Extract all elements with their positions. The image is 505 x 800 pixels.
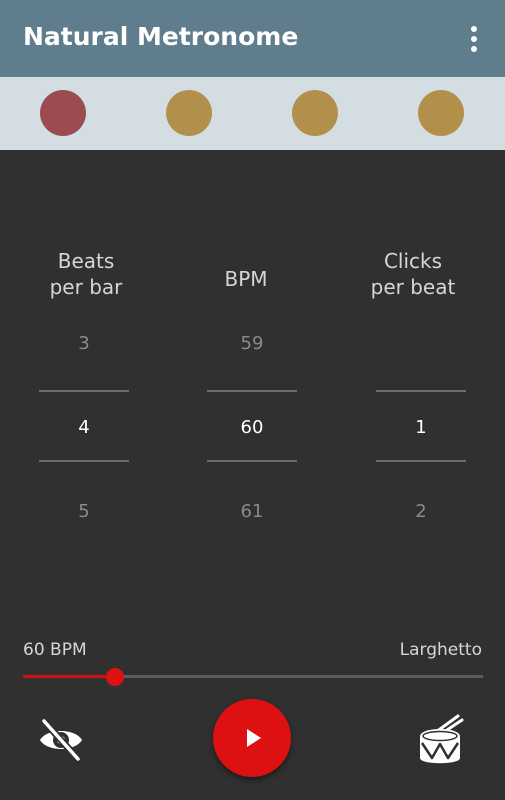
beats-per-bar-header-line2: per bar: [49, 275, 123, 299]
app-bar: Natural Metronome: [0, 0, 505, 77]
bpm-prev[interactable]: 59: [207, 332, 297, 356]
menu-dot: [471, 36, 477, 42]
beats-per-bar-header-line1: Beats: [57, 249, 115, 273]
menu-dot: [471, 26, 477, 32]
drum-icon[interactable]: [414, 712, 470, 768]
bpm-next[interactable]: 61: [207, 500, 297, 524]
beat-indicator-2[interactable]: [166, 90, 212, 136]
bpm-value[interactable]: 60: [207, 416, 297, 440]
clicks-per-beat-value[interactable]: 1: [376, 416, 466, 440]
beats-per-bar-divider-bottom: [39, 460, 129, 462]
beats-per-bar-divider-top: [39, 390, 129, 392]
tempo-slider[interactable]: [23, 667, 483, 687]
menu-dot: [471, 46, 477, 52]
beats-per-bar-next[interactable]: 5: [39, 500, 129, 524]
eye-off-icon[interactable]: [37, 718, 85, 762]
clicks-per-beat-header: Clicks per beat: [338, 248, 488, 300]
clicks-per-beat-divider-bottom: [376, 460, 466, 462]
beat-indicator-1[interactable]: [40, 90, 86, 136]
tempo-name-label: Larghetto: [399, 640, 482, 660]
bpm-divider-top: [207, 390, 297, 392]
play-button[interactable]: [213, 699, 291, 777]
beats-per-bar-prev[interactable]: 3: [39, 332, 129, 356]
clicks-per-beat-next[interactable]: 2: [376, 500, 466, 524]
beat-indicator-strip: [0, 77, 505, 150]
beats-per-bar-value[interactable]: 4: [39, 416, 129, 440]
bpm-divider-bottom: [207, 460, 297, 462]
clicks-per-beat-header-line2: per beat: [370, 275, 456, 299]
tempo-slider-fill: [23, 675, 115, 678]
clicks-per-beat-divider-top: [376, 390, 466, 392]
clicks-per-beat-header-line1: Clicks: [383, 249, 443, 273]
metronome-app: Natural Metronome Beats per bar 3 4 5 BP…: [0, 0, 505, 800]
bpm-header: BPM: [224, 267, 268, 291]
beat-indicator-3[interactable]: [292, 90, 338, 136]
beats-per-bar-header: Beats per bar: [11, 248, 161, 300]
more-vert-icon[interactable]: [458, 22, 490, 56]
tempo-bpm-label: 60 BPM: [23, 640, 87, 660]
beat-indicator-4[interactable]: [418, 90, 464, 136]
play-icon: [247, 729, 261, 747]
tempo-slider-thumb[interactable]: [106, 668, 124, 686]
app-title: Natural Metronome: [23, 22, 299, 51]
